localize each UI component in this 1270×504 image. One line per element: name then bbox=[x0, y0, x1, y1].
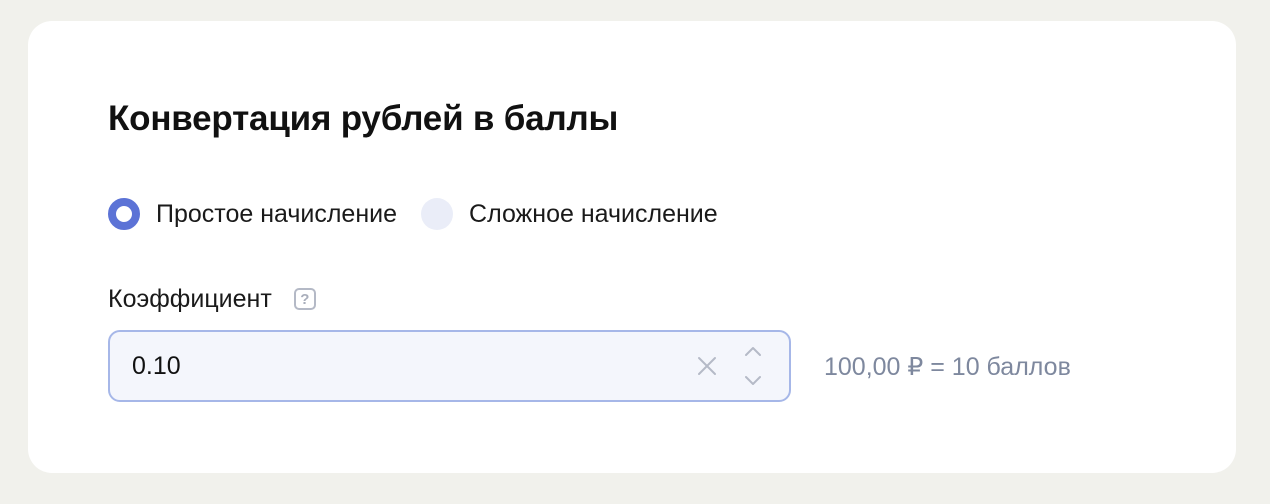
radio-simple-accrual[interactable]: Простое начисление bbox=[108, 198, 397, 230]
chevron-down-icon[interactable] bbox=[742, 372, 764, 388]
conversion-card: Конвертация рублей в баллы Простое начис… bbox=[28, 21, 1236, 473]
coefficient-label: Коэффициент bbox=[108, 284, 272, 313]
radio-complex-accrual-label: Сложное начисление bbox=[469, 199, 718, 228]
radio-simple-accrual-label: Простое начисление bbox=[156, 199, 398, 228]
close-icon[interactable] bbox=[696, 355, 718, 377]
coefficient-stepper bbox=[742, 344, 764, 388]
radio-unchecked-icon[interactable] bbox=[421, 198, 454, 230]
radio-checked-icon[interactable] bbox=[108, 198, 140, 230]
radio-complex-accrual[interactable]: Сложное начисление bbox=[421, 198, 718, 230]
coefficient-label-row: Коэффициент ? bbox=[108, 283, 316, 315]
chevron-up-icon[interactable] bbox=[742, 344, 764, 360]
accrual-mode-radio-group: Простое начисление Сложное начисление bbox=[108, 197, 718, 231]
coefficient-input-box bbox=[108, 330, 791, 402]
conversion-preview: 100,00 ₽ = 10 баллов bbox=[824, 353, 1071, 381]
coefficient-input[interactable] bbox=[132, 332, 672, 400]
question-square-icon[interactable]: ? bbox=[293, 288, 316, 310]
section-title: Конвертация рублей в баллы bbox=[108, 99, 619, 138]
